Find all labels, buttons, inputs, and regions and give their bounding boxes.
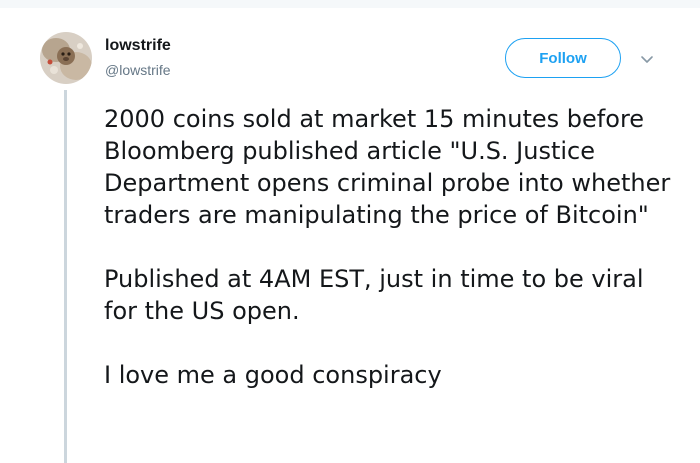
user-display-name[interactable]: lowstrife [105, 37, 171, 55]
tweet-paragraph-1: 2000 coins sold at market 15 minutes bef… [104, 105, 671, 229]
user-handle[interactable]: @lowstrife [105, 62, 171, 78]
tweet-text: 2000 coins sold at market 15 minutes bef… [104, 103, 674, 391]
tweet-paragraph-2: Published at 4AM EST, just in time to be… [104, 265, 644, 325]
avatar[interactable] [40, 32, 92, 84]
thread-line [64, 90, 67, 463]
top-divider [0, 0, 700, 8]
tweet-paragraph-3: I love me a good conspiracy [104, 361, 442, 389]
avatar-image [40, 32, 92, 84]
chevron-down-icon[interactable] [638, 50, 656, 68]
follow-button[interactable]: Follow [505, 38, 621, 78]
